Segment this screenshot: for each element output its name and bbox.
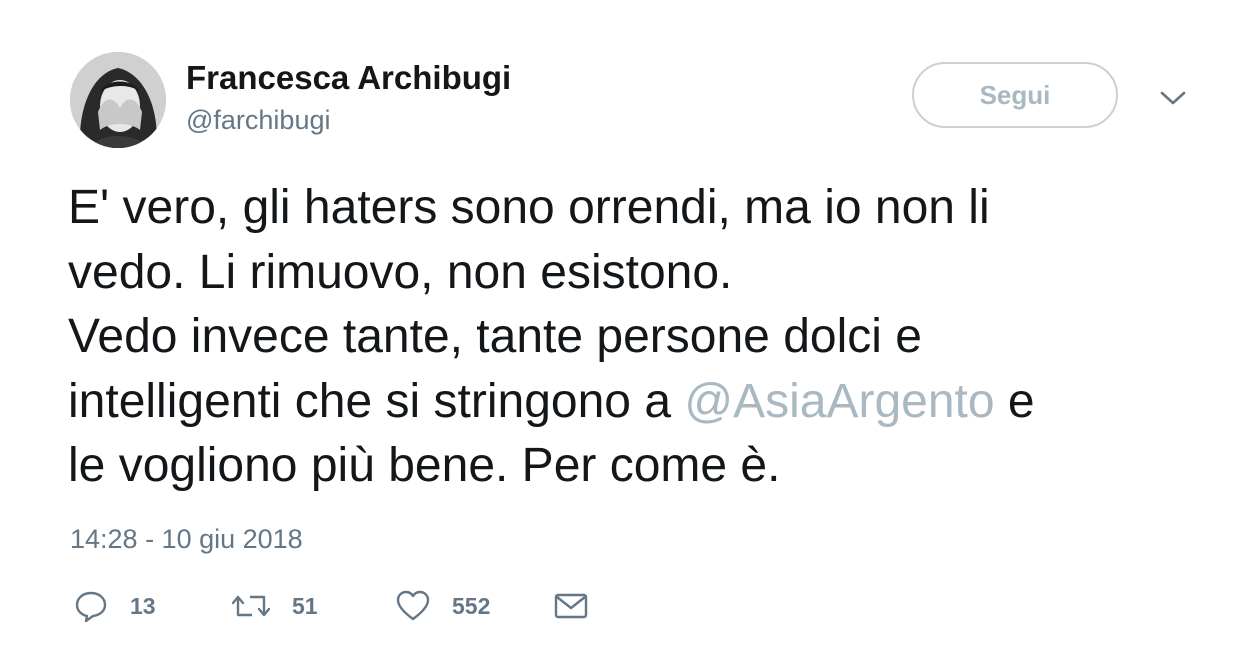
tweet-line-text: e (994, 374, 1035, 428)
heart-icon (396, 590, 430, 621)
direct-message-button[interactable] (554, 586, 588, 626)
retweet-icon (232, 595, 270, 617)
timestamp[interactable]: 14:28 - 10 giu 2018 (70, 522, 303, 556)
reply-button[interactable]: 13 (74, 586, 156, 626)
tweet-line: vedo. Li rimuovo, non esistono. (68, 245, 733, 299)
retweet-count: 51 (292, 592, 318, 619)
retweet-button[interactable]: 51 (232, 586, 318, 626)
tweet-line: le vogliono più bene. Per come è. (68, 439, 781, 492)
follow-button[interactable]: Segui (912, 62, 1118, 128)
mention-link[interactable]: @AsiaArgento (684, 375, 994, 428)
author-handle[interactable]: @farchibugi (186, 103, 330, 137)
profile-photo (70, 52, 166, 148)
like-count: 552 (452, 592, 491, 619)
like-button[interactable]: 552 (396, 586, 490, 626)
tweet-line-text: intelligenti che si stringono a (68, 374, 685, 428)
envelope-icon (554, 593, 588, 619)
author-name[interactable]: Francesca Archibugi (186, 58, 511, 98)
chevron-down-icon[interactable] (1158, 86, 1188, 110)
tweet-line: E' vero, gli haters sono orrendi, ma io … (68, 181, 990, 234)
reply-count: 13 (130, 592, 156, 619)
tweet-line: intelligenti che si stringono a @AsiaArg… (68, 370, 1208, 435)
tweet-text: E' vero, gli haters sono orrendi, ma io … (68, 176, 1208, 499)
avatar[interactable] (70, 52, 166, 148)
tweet-line: Vedo invece tante, tante persone dolci e (68, 310, 922, 363)
reply-icon (75, 591, 107, 623)
